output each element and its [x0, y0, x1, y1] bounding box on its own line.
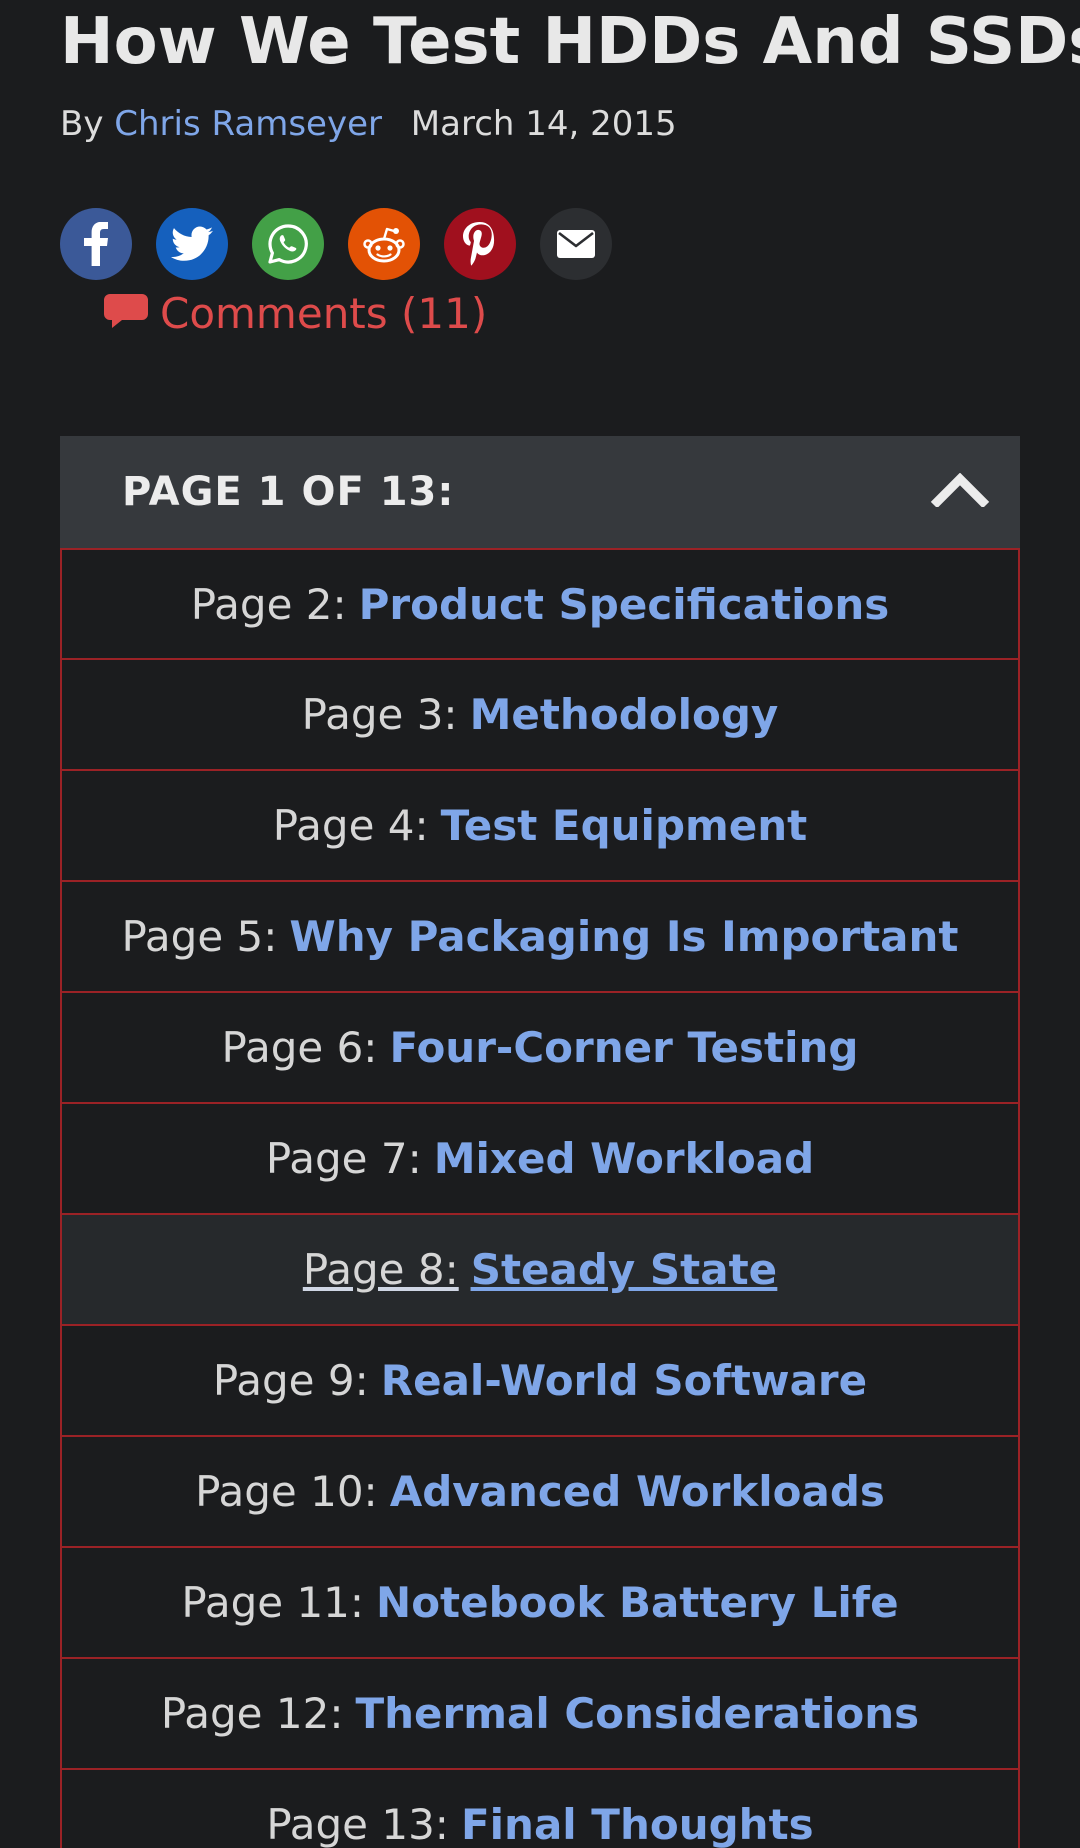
toc-item-page-2[interactable]: Page 2: Product Specifications — [60, 548, 1020, 660]
toc-item-page-4[interactable]: Page 4: Test Equipment — [60, 771, 1020, 882]
toc-item-prefix: Page 11: — [181, 1578, 365, 1627]
chevron-up-icon[interactable] — [930, 472, 990, 511]
toc-item-prefix: Page 12: — [160, 1689, 344, 1738]
facebook-icon — [83, 222, 109, 266]
pinterest-share-button[interactable] — [444, 208, 516, 280]
by-label: By — [60, 104, 104, 144]
article-page: How We Test HDDs And SSDs By Chris Ramse… — [0, 0, 1080, 1848]
toc-item-prefix: Page 10: — [195, 1467, 378, 1516]
publish-date: March 14, 2015 — [410, 104, 677, 144]
toc-item-prefix: Page 4: — [272, 801, 429, 850]
share-buttons — [60, 208, 612, 280]
pinterest-icon — [463, 222, 497, 266]
toc-item-title: Final Thoughts — [460, 1800, 814, 1848]
toc-item-prefix: Page 5: — [121, 912, 278, 961]
comments-link[interactable]: Comments (11) — [104, 286, 487, 342]
article-title: How We Test HDDs And SSDs — [60, 5, 1080, 79]
toc-item-prefix: Page 3: — [301, 690, 458, 739]
toc-item-page-3[interactable]: Page 3: Methodology — [60, 660, 1020, 771]
toc-item-title: Product Specifications — [358, 579, 890, 629]
toc-item-prefix: Page 8: — [302, 1245, 459, 1294]
toc-item-title: Four-Corner Testing — [389, 1023, 859, 1072]
toc-item-title: Why Packaging Is Important — [289, 912, 959, 961]
facebook-share-button[interactable] — [60, 208, 132, 280]
toc-item-title: Methodology — [469, 690, 779, 739]
toc-item-title: Advanced Workloads — [389, 1467, 885, 1516]
toc-item-page-13[interactable]: Page 13: Final Thoughts — [60, 1770, 1020, 1848]
toc-item-title: Mixed Workload — [433, 1134, 815, 1183]
twitter-icon — [171, 226, 213, 262]
toc-header[interactable]: PAGE 1 OF 13: — [60, 436, 1020, 548]
toc-item-page-5[interactable]: Page 5: Why Packaging Is Important — [60, 882, 1020, 993]
comment-bubble-icon — [104, 286, 148, 342]
reddit-share-button[interactable] — [348, 208, 420, 280]
toc-item-prefix: Page 7: — [265, 1134, 422, 1183]
toc-item-page-7[interactable]: Page 7: Mixed Workload — [60, 1104, 1020, 1215]
toc-item-title: Thermal Considerations — [355, 1689, 920, 1738]
toc-item-prefix: Page 13: — [266, 1800, 449, 1848]
toc-item-page-12[interactable]: Page 12: Thermal Considerations — [60, 1659, 1020, 1770]
toc-item-title: Real-World Software — [380, 1356, 868, 1405]
toc-item-prefix: Page 6: — [221, 1023, 378, 1072]
toc-item-title: Test Equipment — [440, 801, 808, 850]
reddit-icon — [362, 224, 406, 264]
toc-item-page-8[interactable]: Page 8: Steady State — [60, 1215, 1020, 1326]
comments-label: Comments (11) — [160, 289, 488, 338]
byline: By Chris Ramseyer March 14, 2015 — [60, 100, 677, 148]
toc-item-page-6[interactable]: Page 6: Four-Corner Testing — [60, 993, 1020, 1104]
email-icon — [556, 229, 596, 259]
toc-item-prefix: Page 2: — [190, 579, 347, 629]
toc-item-title: Steady State — [470, 1245, 778, 1294]
email-share-button[interactable] — [540, 208, 612, 280]
toc-item-title: Notebook Battery Life — [376, 1578, 899, 1627]
twitter-share-button[interactable] — [156, 208, 228, 280]
toc-item-page-11[interactable]: Page 11: Notebook Battery Life — [60, 1548, 1020, 1659]
toc-item-page-9[interactable]: Page 9: Real-World Software — [60, 1326, 1020, 1437]
author-link[interactable]: Chris Ramseyer — [114, 104, 382, 144]
whatsapp-icon — [266, 222, 310, 266]
toc-item-prefix: Page 9: — [212, 1356, 369, 1405]
page-navigation: PAGE 1 OF 13: Page 2: Product Specificat… — [60, 436, 1020, 1848]
toc-item-page-10[interactable]: Page 10: Advanced Workloads — [60, 1437, 1020, 1548]
whatsapp-share-button[interactable] — [252, 208, 324, 280]
toc-current-page: PAGE 1 OF 13: — [122, 469, 455, 515]
